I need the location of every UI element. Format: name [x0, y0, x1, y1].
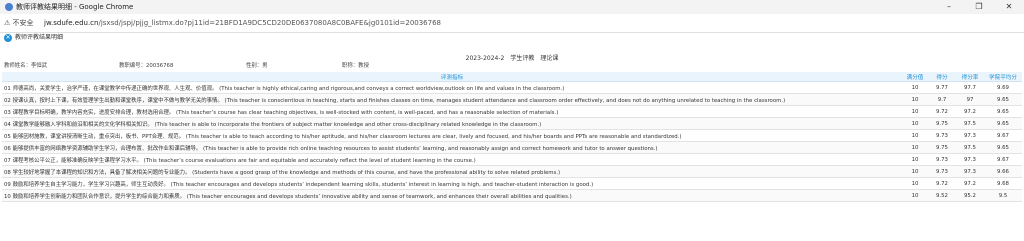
score-rate-cell: 97.2	[956, 177, 984, 190]
full-score-cell: 10	[902, 105, 928, 118]
table-row: 03 课程教学目标明确，教学内容充实，进度安排合理，教材选用合理。 (This …	[2, 105, 1022, 118]
score-rate-cell: 97.2	[956, 105, 984, 118]
page-title: 教师评教结果明细	[15, 34, 64, 41]
full-score-cell: 10	[902, 153, 928, 166]
score-rate-cell: 97.3	[956, 165, 984, 178]
criteria-cell: 01 师德高尚，关爱学生，治学严谨，在课堂教学中传递正确的世界观、人生观、价值观…	[2, 81, 902, 94]
header-full-score: 满分值	[902, 72, 928, 82]
table-row: 01 师德高尚，关爱学生，治学严谨，在课堂教学中传递正确的世界观、人生观、价值观…	[2, 81, 1022, 94]
evaluation-table: 评测指标 满分值 得分 得分率 学院平均分 01 师德高尚，关爱学生，治学严谨，…	[2, 72, 1022, 202]
college-average-cell: 9.67	[984, 129, 1022, 142]
full-score-cell: 10	[902, 189, 928, 202]
score-rate-cell: 97	[956, 93, 984, 106]
window-titlebar: 教师评教结果明细 - Google Chrome – ❐ ✕	[0, 0, 1024, 14]
table-row: 07 课程考核公平公正，能够准确反映学生课程学习水平。 (This teache…	[2, 153, 1022, 166]
table-row: 05 能够因材施教，课堂讲授清晰生动，重点突出，板书、PPT合理、规范。 (Th…	[2, 129, 1022, 142]
url-domain: jw.sdufe.edu.cn	[44, 19, 99, 27]
table-row: 08 学生较好地掌握了本课程的知识和方法，具备了解决相关问题的专业能力。 (St…	[2, 165, 1022, 178]
score-rate-cell: 97.5	[956, 141, 984, 154]
criteria-cell: 03 课程教学目标明确，教学内容充实，进度安排合理，教材选用合理。 (This …	[2, 105, 902, 118]
close-tab-icon[interactable]: ✕	[4, 34, 12, 42]
score-cell: 9.73	[928, 153, 956, 166]
table-row: 04 课堂教学能够融入学科和前沿和相关的文化学科相关知识。 (This teac…	[2, 117, 1022, 130]
score-cell: 9.52	[928, 189, 956, 202]
criteria-cell: 02 授课认真，按时上下课，有效管理学生出勤和课堂秩序，课堂中不做与教学无关的事…	[2, 93, 902, 106]
full-score-cell: 10	[902, 81, 928, 94]
score-cell: 9.73	[928, 165, 956, 178]
college-average-cell: 9.5	[984, 189, 1022, 202]
score-cell: 9.7	[928, 93, 956, 106]
score-rate-cell: 97.3	[956, 153, 984, 166]
criteria-cell: 05 能够因材施教，课堂讲授清晰生动，重点突出，板书、PPT合理、规范。 (Th…	[2, 129, 902, 142]
teacher-info: 教师姓名：李恒武 教职编号：20036768 性别：男 职称：教授	[4, 62, 1014, 71]
college-average-cell: 9.65	[984, 117, 1022, 130]
page-header: ✕ 教师评教结果明细	[0, 32, 1024, 44]
score-rate-cell: 95.2	[956, 189, 984, 202]
header-college-average: 学院平均分	[984, 72, 1022, 82]
page-favicon-icon	[5, 3, 13, 11]
college-average-cell: 9.65	[984, 105, 1022, 118]
score-cell: 9.72	[928, 177, 956, 190]
address-bar[interactable]: ⚠ 不安全 jw.sdufe.edu.cn/jsxsd/jspj/pjjg_li…	[0, 14, 1024, 33]
header-score: 得分	[928, 72, 956, 82]
full-score-cell: 10	[902, 177, 928, 190]
teacher-name: 教师姓名：李恒武	[4, 63, 48, 69]
college-average-cell: 9.66	[984, 165, 1022, 178]
score-cell: 9.77	[928, 81, 956, 94]
restore-button[interactable]: ❐	[964, 0, 994, 14]
college-average-cell: 9.69	[984, 81, 1022, 94]
score-cell: 9.75	[928, 141, 956, 154]
criteria-cell: 07 课程考核公平公正，能够准确反映学生课程学习水平。 (This teache…	[2, 153, 902, 166]
full-score-cell: 10	[902, 165, 928, 178]
window-controls: – ❐ ✕	[934, 0, 1024, 14]
score-cell: 9.72	[928, 105, 956, 118]
table-row: 02 授课认真，按时上下课，有效管理学生出勤和课堂秩序，课堂中不做与教学无关的事…	[2, 93, 1022, 106]
table-row: 10 鼓励和培养学生创新能力和团队合作意识，提升学生的综合能力和素质。 (Thi…	[2, 189, 1022, 202]
full-score-cell: 10	[902, 141, 928, 154]
minimize-button[interactable]: –	[934, 0, 964, 14]
criteria-cell: 04 课堂教学能够融入学科和前沿和相关的文化学科相关知识。 (This teac…	[2, 117, 902, 130]
semester-label: 2023-2024-2 学生评教 理论课	[465, 55, 559, 62]
score-rate-cell: 97.3	[956, 129, 984, 142]
url-path: /jsxsd/jspj/pjjg_listmx.do?pj11id=21BFD1…	[98, 19, 441, 27]
criteria-cell: 09 鼓励和培养学生自主学习能力，学生学习兴趣高，师生互动良好。 (This t…	[2, 177, 902, 190]
score-cell: 9.73	[928, 129, 956, 142]
header-score-rate: 得分率	[956, 72, 984, 82]
teacher-id: 教职编号：20036768	[119, 63, 174, 69]
table-row: 06 能够提供丰富的网络教学资源辅助学生学习，合理布置、批改作业和课后辅导。 (…	[2, 141, 1022, 154]
header-criteria: 评测指标	[2, 72, 902, 82]
teacher-title: 职称：教授	[342, 63, 369, 69]
window-title: 教师评教结果明细 - Google Chrome	[16, 3, 134, 11]
full-score-cell: 10	[902, 93, 928, 106]
criteria-cell: 08 学生较好地掌握了本课程的知识和方法，具备了解决相关问题的专业能力。 (St…	[2, 165, 902, 178]
college-average-cell: 9.65	[984, 93, 1022, 106]
criteria-cell: 10 鼓励和培养学生创新能力和团队合作意识，提升学生的综合能力和素质。 (Thi…	[2, 189, 902, 202]
college-average-cell: 9.67	[984, 153, 1022, 166]
college-average-cell: 9.65	[984, 141, 1022, 154]
criteria-cell: 06 能够提供丰富的网络教学资源辅助学生学习，合理布置、批改作业和课后辅导。 (…	[2, 141, 902, 154]
table-row: 09 鼓励和培养学生自主学习能力，学生学习兴趣高，师生互动良好。 (This t…	[2, 177, 1022, 190]
url-text[interactable]: jw.sdufe.edu.cn/jsxsd/jspj/pjjg_listmx.d…	[44, 14, 441, 32]
full-score-cell: 10	[902, 117, 928, 130]
teacher-gender: 性别：男	[246, 63, 268, 69]
score-rate-cell: 97.5	[956, 117, 984, 130]
full-score-cell: 10	[902, 129, 928, 142]
score-rate-cell: 97.7	[956, 81, 984, 94]
score-cell: 9.75	[928, 117, 956, 130]
college-average-cell: 9.68	[984, 177, 1022, 190]
table-header-row: 评测指标 满分值 得分 得分率 学院平均分	[2, 72, 1022, 82]
close-button[interactable]: ✕	[994, 0, 1024, 14]
security-indicator[interactable]: ⚠ 不安全	[4, 14, 34, 32]
